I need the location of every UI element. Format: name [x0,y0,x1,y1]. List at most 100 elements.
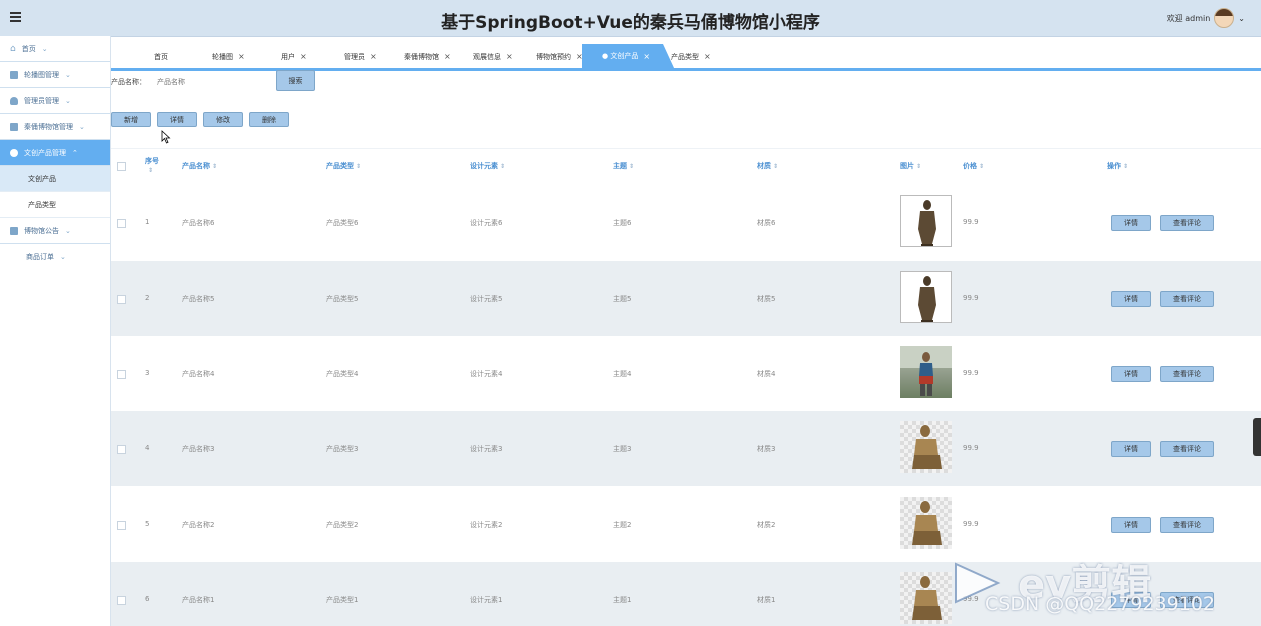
sidebar-item-museum[interactable]: 秦俑博物馆管理 ⌄ [0,114,110,140]
row-comments-button[interactable]: 查看评论 [1160,441,1214,457]
row-detail-button[interactable]: 详情 [1111,215,1151,231]
sort-icon[interactable]: ⇕ [916,163,921,170]
user-menu[interactable]: 欢迎 admin ⌄ [1167,8,1245,28]
tab-product-types[interactable]: 产品类型 × [671,52,711,62]
delete-button[interactable]: 删除 [249,112,289,127]
header-actions[interactable]: 操作 ⇕ [1107,161,1128,171]
home-icon: ⌂ [10,43,16,54]
sidebar-item-admin[interactable]: 管理员管理 ⌄ [0,88,110,114]
avatar[interactable] [1214,8,1235,28]
header-type[interactable]: 产品类型 ⇕ [326,161,361,171]
row-detail-button[interactable]: 详情 [1111,291,1151,307]
scrollbar-handle[interactable] [1253,418,1261,456]
tab-carousel[interactable]: 轮播图 × [212,52,245,62]
chevron-down-icon: ⌄ [60,253,66,261]
tab-reservation[interactable]: 博物馆预约 × [536,52,583,62]
sort-icon[interactable]: ⇕ [629,163,634,170]
tab-home[interactable]: 首页 [154,52,168,62]
grid-icon [10,70,18,79]
row-index: 4 [145,444,150,452]
tab-products[interactable]: ● 文创产品 × [582,44,675,68]
tab-users[interactable]: 用户 × [281,52,307,62]
detail-button[interactable]: 详情 [157,112,197,127]
header-price[interactable]: 价格 ⇕ [963,161,984,171]
row-comments-button[interactable]: 查看评论 [1160,517,1214,533]
row-checkbox[interactable] [117,370,126,379]
header-theme[interactable]: 主题 ⇕ [613,161,634,171]
search-input[interactable] [155,72,274,92]
header-design[interactable]: 设计元素 ⇕ [470,161,505,171]
product-image[interactable] [900,421,952,473]
header-material[interactable]: 材质 ⇕ [757,161,778,171]
product-image[interactable] [900,195,952,247]
sidebar-subitem-product-types[interactable]: 产品类型 [0,192,110,218]
row-type: 产品类型4 [326,370,359,378]
chevron-up-icon: ⌃ [72,148,78,157]
header-name[interactable]: 产品名称 ⇕ [182,161,217,171]
sort-icon[interactable]: ⇕ [500,163,505,170]
edit-button[interactable]: 修改 [203,112,243,127]
row-theme: 主题4 [613,370,632,378]
search-button[interactable]: 搜索 [276,70,315,91]
sort-icon[interactable]: ⇕ [148,167,153,174]
chevron-down-icon: ⌄ [65,226,71,235]
select-all-checkbox[interactable] [117,162,126,171]
table-row[interactable]: 5 产品名称2 产品类型2 设计元素2 主题2 材质2 99.9 详情 查看评论 [111,487,1261,562]
row-index: 6 [145,595,150,603]
row-detail-button[interactable]: 详情 [1111,366,1151,382]
row-checkbox[interactable] [117,596,126,605]
row-design: 设计元素1 [470,596,503,604]
row-name: 产品名称4 [182,370,215,378]
close-icon[interactable]: × [370,52,377,61]
close-icon[interactable]: × [506,52,513,61]
row-comments-button[interactable]: 查看评论 [1160,291,1214,307]
tab-exhibition-info[interactable]: 观展信息 × [473,52,513,62]
row-name: 产品名称6 [182,219,215,227]
table-row[interactable]: 2 产品名称5 产品类型5 设计元素5 主题5 材质5 99.9 详情 查看评论 [111,261,1261,336]
sort-icon[interactable]: ⇕ [773,163,778,170]
close-icon[interactable]: × [576,52,583,61]
row-material: 材质3 [757,445,776,453]
row-checkbox[interactable] [117,219,126,228]
csdn-watermark: CSDN @QQ2279239102 [985,593,1216,615]
sidebar-item-products[interactable]: 文创产品管理 ⌃ [0,140,110,166]
sort-icon[interactable]: ⇕ [1123,163,1128,170]
sidebar-item-home[interactable]: ⌂ 首页 ⌄ [0,36,110,62]
sidebar-item-orders[interactable]: 商品订单 ⌄ [0,244,110,270]
sidebar-item-notice[interactable]: 博物馆公告 ⌄ [0,218,110,244]
sidebar-subitem-products[interactable]: 文创产品 [0,166,110,192]
sort-icon[interactable]: ⇕ [979,163,984,170]
row-price: 99.9 [963,294,979,302]
close-icon[interactable]: × [444,52,451,61]
sort-icon[interactable]: ⇕ [212,163,217,170]
table-row[interactable]: 3 产品名称4 产品类型4 设计元素4 主题4 材质4 99.9 详情 查看评论 [111,336,1261,411]
sidebar-item-carousel[interactable]: 轮播图管理 ⌄ [0,62,110,88]
tab-admins[interactable]: 管理员 × [344,52,377,62]
product-image[interactable] [900,572,952,624]
row-comments-button[interactable]: 查看评论 [1160,366,1214,382]
table-row[interactable]: 4 产品名称3 产品类型3 设计元素3 主题3 材质3 99.9 详情 查看评论 [111,411,1261,486]
close-icon[interactable]: × [300,52,307,61]
add-button[interactable]: 新增 [111,112,151,127]
header-image[interactable]: 图片 ⇕ [900,161,921,171]
product-image[interactable] [900,346,952,398]
row-theme: 主题2 [613,521,632,529]
header-index[interactable]: 序号 ⇕ [145,156,159,174]
product-image[interactable] [900,271,952,323]
tab-museum[interactable]: 秦俑博物馆 × [404,52,451,62]
product-image[interactable] [900,497,952,549]
row-detail-button[interactable]: 详情 [1111,517,1151,533]
row-theme: 主题5 [613,295,632,303]
close-icon[interactable]: × [238,52,245,61]
row-comments-button[interactable]: 查看评论 [1160,215,1214,231]
row-checkbox[interactable] [117,521,126,530]
row-checkbox[interactable] [117,295,126,304]
chevron-down-icon: ⌄ [41,44,48,53]
sort-icon[interactable]: ⇕ [356,163,361,170]
row-checkbox[interactable] [117,445,126,454]
table-row[interactable]: 1 产品名称6 产品类型6 设计元素6 主题6 材质6 99.9 详情 查看评论 [111,185,1261,260]
row-detail-button[interactable]: 详情 [1111,441,1151,457]
grid-icon [10,122,18,131]
close-icon[interactable]: × [643,52,650,61]
close-icon[interactable]: × [704,52,711,61]
